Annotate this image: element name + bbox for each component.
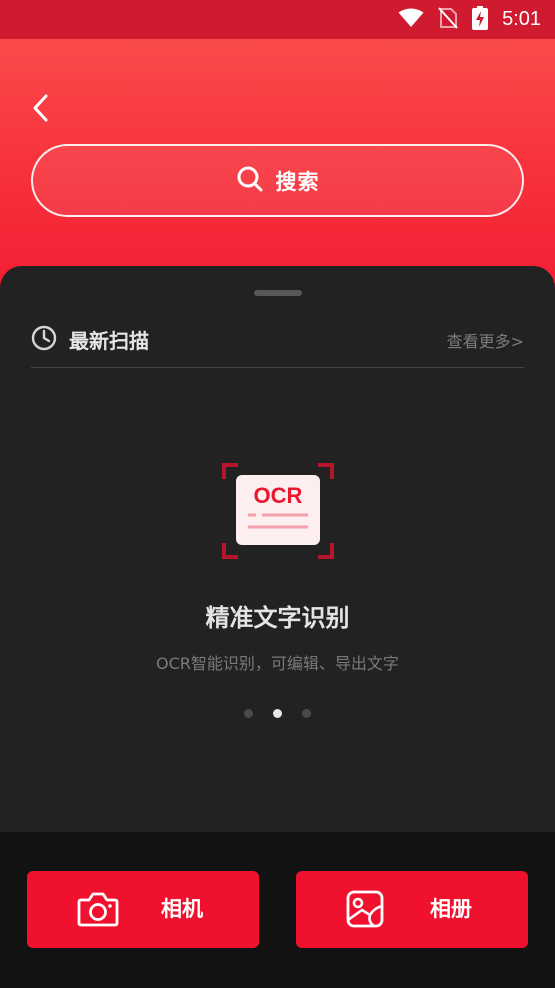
ocr-illustration: OCR bbox=[222, 463, 334, 559]
chevron-left-icon bbox=[33, 94, 48, 122]
album-label: 相册 bbox=[430, 897, 472, 921]
page-dot-active[interactable] bbox=[273, 708, 282, 718]
album-button[interactable]: 相册 bbox=[296, 871, 528, 948]
wifi-icon bbox=[398, 8, 424, 32]
back-button[interactable] bbox=[24, 91, 58, 125]
screen: 5:01 搜索 最新扫描 查看更多> OCR 精准文字识别 OCR智能识别，可编… bbox=[0, 0, 555, 988]
camera-label: 相机 bbox=[161, 897, 203, 921]
page-dot[interactable] bbox=[244, 708, 253, 718]
recent-scans-header: 最新扫描 查看更多> bbox=[31, 312, 524, 368]
no-sim-icon bbox=[438, 6, 458, 33]
search-bar[interactable]: 搜索 bbox=[31, 144, 524, 217]
camera-button[interactable]: 相机 bbox=[27, 871, 259, 948]
view-more-link[interactable]: 查看更多> bbox=[447, 328, 524, 352]
battery-charging-icon bbox=[472, 5, 489, 34]
status-bar: 5:01 bbox=[0, 0, 555, 39]
ocr-badge-text: OCR bbox=[254, 483, 303, 508]
status-time: 5:01 bbox=[502, 8, 541, 30]
camera-icon bbox=[77, 890, 119, 932]
feature-subtitle: OCR智能识别，可编辑、导出文字 bbox=[156, 654, 399, 673]
bottom-sheet: 最新扫描 查看更多> OCR 精准文字识别 OCR智能识别，可编辑、导出文字 bbox=[0, 266, 555, 832]
album-icon bbox=[346, 890, 384, 932]
bottom-action-bar: 相机 相册 bbox=[0, 832, 555, 988]
clock-icon bbox=[31, 325, 57, 355]
drag-handle[interactable] bbox=[254, 290, 302, 296]
page-indicator bbox=[0, 708, 555, 718]
page-dot[interactable] bbox=[302, 708, 311, 718]
search-icon bbox=[236, 165, 264, 197]
search-label: 搜索 bbox=[275, 169, 320, 194]
feature-title: 精准文字识别 bbox=[205, 604, 350, 632]
recent-scans-title: 最新扫描 bbox=[69, 329, 149, 353]
